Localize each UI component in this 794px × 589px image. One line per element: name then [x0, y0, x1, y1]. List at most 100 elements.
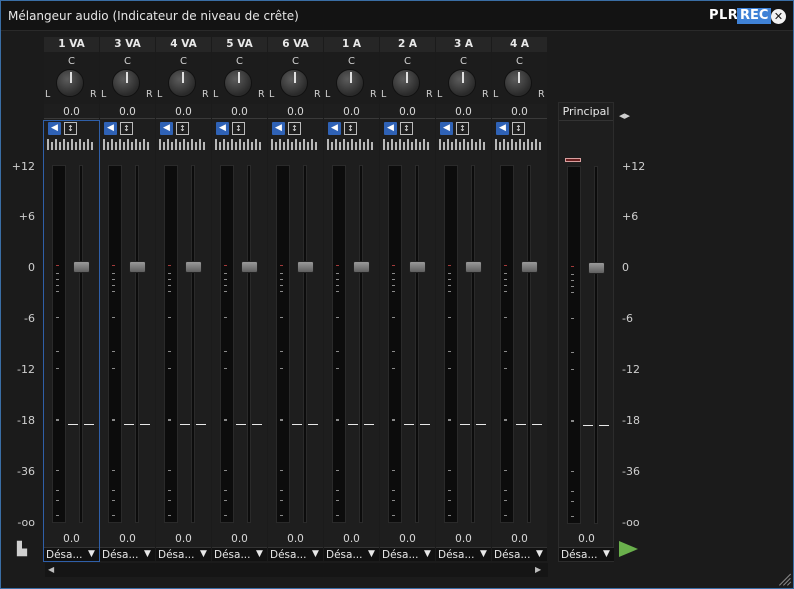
- volume-value[interactable]: 0.0: [324, 533, 379, 545]
- input-output-icon[interactable]: ↕: [400, 122, 413, 135]
- eq-icon[interactable]: [270, 139, 320, 150]
- scroll-left-icon[interactable]: ◀: [48, 565, 54, 574]
- play-icon[interactable]: [619, 541, 638, 557]
- speaker-icon[interactable]: ◀: [160, 122, 173, 135]
- eq-icon[interactable]: [326, 139, 376, 150]
- peak-marker: [252, 424, 262, 425]
- input-output-icon[interactable]: ↕: [64, 122, 77, 135]
- input-output-icon[interactable]: ↕: [288, 122, 301, 135]
- fader-track[interactable]: [471, 165, 475, 523]
- pan-knob[interactable]: [56, 69, 84, 97]
- output-select[interactable]: Désa... ▼: [100, 547, 155, 561]
- pan-value[interactable]: 0.0: [156, 106, 211, 118]
- volume-value[interactable]: 0.0: [100, 533, 155, 545]
- output-select[interactable]: Désa... ▼: [268, 547, 323, 561]
- volume-value[interactable]: 0.0: [212, 533, 267, 545]
- input-output-icon[interactable]: ↕: [456, 122, 469, 135]
- pan-value[interactable]: 0.0: [436, 106, 491, 118]
- master-output-select[interactable]: Désa... ▼: [559, 547, 614, 561]
- pan-knob[interactable]: [448, 69, 476, 97]
- divider: [268, 118, 323, 119]
- fader-track[interactable]: [191, 165, 195, 523]
- volume-value[interactable]: 0.0: [492, 533, 547, 545]
- eq-icon[interactable]: [438, 139, 488, 150]
- pan-knob[interactable]: [504, 69, 532, 97]
- output-select[interactable]: Désa... ▼: [324, 547, 379, 561]
- speaker-icon[interactable]: ◀: [216, 122, 229, 135]
- eq-icon[interactable]: [102, 139, 152, 150]
- output-select[interactable]: Désa... ▼: [436, 547, 491, 561]
- volume-fader-handle[interactable]: [129, 261, 146, 273]
- volume-fader-handle[interactable]: [297, 261, 314, 273]
- volume-value[interactable]: 0.0: [436, 533, 491, 545]
- output-select[interactable]: Désa... ▼: [492, 547, 547, 561]
- fader-track[interactable]: [79, 165, 83, 523]
- close-icon[interactable]: ✕: [771, 9, 786, 24]
- speaker-icon[interactable]: ◀: [384, 122, 397, 135]
- meter-options-icon[interactable]: ▙: [17, 542, 39, 558]
- input-output-icon[interactable]: ↕: [512, 122, 525, 135]
- pan-knob[interactable]: [392, 69, 420, 97]
- eq-band: [147, 142, 149, 150]
- master-volume-value[interactable]: 0.0: [559, 533, 614, 545]
- volume-fader-handle[interactable]: [185, 261, 202, 273]
- input-output-icon[interactable]: ↕: [344, 122, 357, 135]
- pan-value[interactable]: 0.0: [44, 106, 99, 118]
- scroll-right-icon[interactable]: ▶: [535, 565, 541, 574]
- pan-knob[interactable]: [336, 69, 364, 97]
- fader-track[interactable]: [135, 165, 139, 523]
- input-output-icon[interactable]: ↕: [232, 122, 245, 135]
- speaker-icon[interactable]: ◀: [272, 122, 285, 135]
- pan-knob[interactable]: [224, 69, 252, 97]
- output-select[interactable]: Désa... ▼: [44, 547, 99, 561]
- input-output-icon[interactable]: ↕: [176, 122, 189, 135]
- output-select[interactable]: Désa... ▼: [212, 547, 267, 561]
- speaker-icon[interactable]: ◀: [496, 122, 509, 135]
- volume-value[interactable]: 0.0: [44, 533, 99, 545]
- volume-fader-handle[interactable]: [465, 261, 482, 273]
- fader-track[interactable]: [303, 165, 307, 523]
- speaker-icon[interactable]: ◀: [48, 122, 61, 135]
- volume-fader-handle[interactable]: [353, 261, 370, 273]
- volume-fader-handle[interactable]: [521, 261, 538, 273]
- volume-value[interactable]: 0.0: [156, 533, 211, 545]
- volume-fader-handle[interactable]: [73, 261, 90, 273]
- speaker-icon[interactable]: ◀: [328, 122, 341, 135]
- pan-value[interactable]: 0.0: [268, 106, 323, 118]
- volume-fader-handle[interactable]: [588, 262, 605, 274]
- pan-knob[interactable]: [112, 69, 140, 97]
- eq-icon[interactable]: [46, 139, 96, 150]
- pan-value[interactable]: 0.0: [212, 106, 267, 118]
- output-select[interactable]: Désa... ▼: [156, 547, 211, 561]
- pan-knob[interactable]: [280, 69, 308, 97]
- pan-value[interactable]: 0.0: [492, 106, 547, 118]
- volume-value[interactable]: 0.0: [380, 533, 435, 545]
- routing-icon[interactable]: ◂▸: [619, 109, 641, 123]
- output-select[interactable]: Désa... ▼: [380, 547, 435, 561]
- volume-fader-handle[interactable]: [241, 261, 258, 273]
- eq-icon[interactable]: [158, 139, 208, 150]
- pan-knob-indicator: [518, 72, 520, 83]
- resize-grip-icon[interactable]: [777, 572, 792, 586]
- input-output-icon[interactable]: ↕: [120, 122, 133, 135]
- pan-knob[interactable]: [168, 69, 196, 97]
- fader-track[interactable]: [415, 165, 419, 523]
- pan-value[interactable]: 0.0: [324, 106, 379, 118]
- eq-icon[interactable]: [382, 139, 432, 150]
- clip-indicator[interactable]: [565, 158, 581, 162]
- volume-value[interactable]: 0.0: [268, 533, 323, 545]
- eq-icon[interactable]: [214, 139, 264, 150]
- fader-track[interactable]: [359, 165, 363, 523]
- horizontal-scrollbar[interactable]: ◀ ▶: [45, 563, 548, 577]
- fader-track[interactable]: [527, 165, 531, 523]
- pan-value[interactable]: 0.0: [380, 106, 435, 118]
- speaker-icon[interactable]: ◀: [440, 122, 453, 135]
- volume-fader-handle[interactable]: [409, 261, 426, 273]
- fader-track[interactable]: [594, 166, 598, 524]
- pan-value[interactable]: 0.0: [100, 106, 155, 118]
- meter-tick: [448, 291, 451, 292]
- speaker-icon[interactable]: ◀: [104, 122, 117, 135]
- fader-track[interactable]: [247, 165, 251, 523]
- eq-icon[interactable]: [494, 139, 544, 150]
- eq-band: [127, 139, 129, 150]
